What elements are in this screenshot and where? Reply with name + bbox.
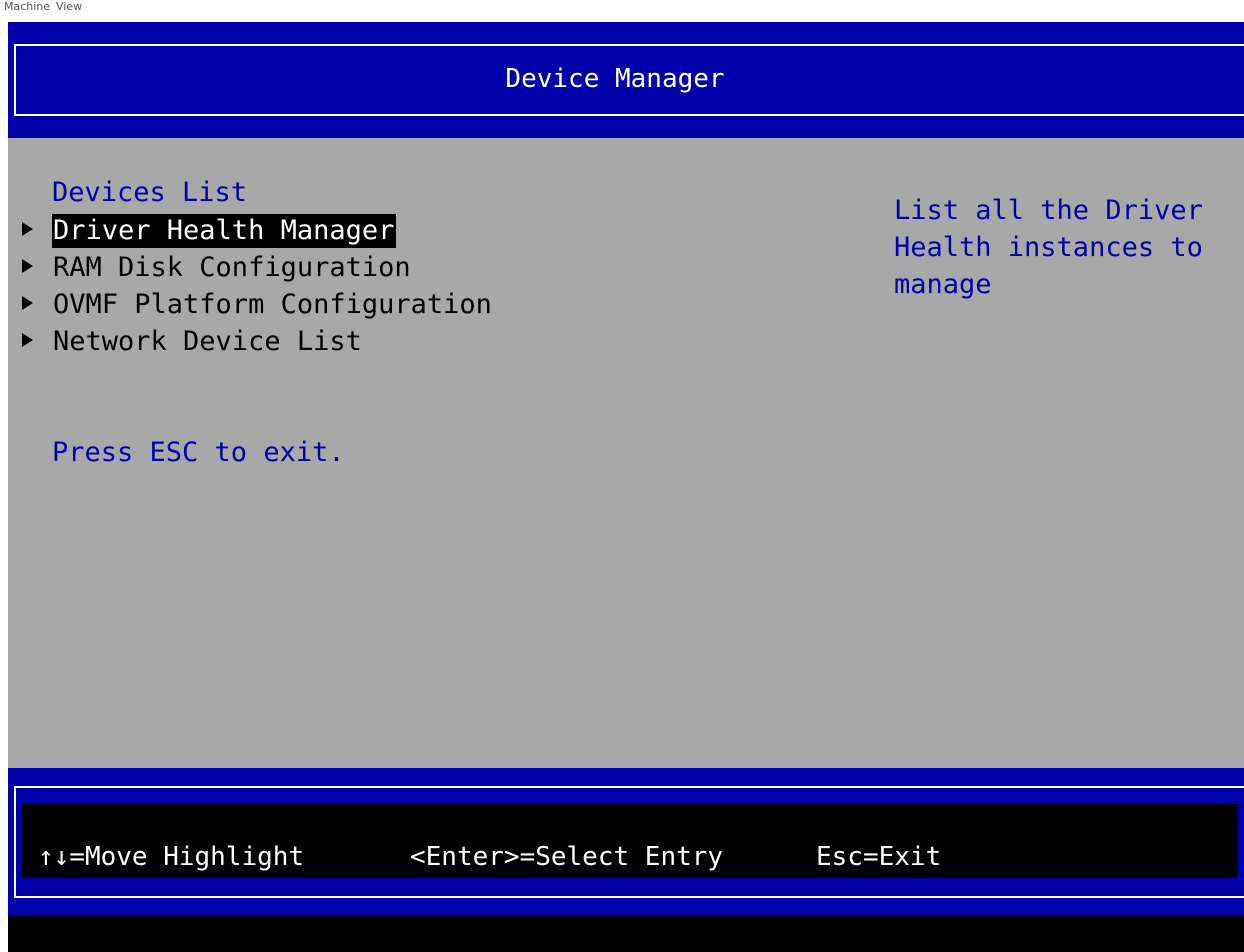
main-panel: Devices List Driver Health Manager RAM D…: [8, 138, 1244, 768]
triangle-right-icon: [22, 296, 33, 310]
menu-item-driver-health-manager[interactable]: Driver Health Manager: [8, 214, 408, 248]
select-entry-hint: <Enter>=Select Entry: [410, 842, 724, 872]
exit-hint: Press ESC to exit.: [52, 437, 345, 468]
window-menubar: Machine View: [0, 0, 1244, 22]
vm-window: Machine View Device Manager Devices List…: [0, 0, 1244, 952]
help-line: manage: [894, 269, 992, 300]
menu-item-label: RAM Disk Configuration: [53, 252, 411, 283]
page-title: Device Manager: [505, 64, 725, 94]
menu-item-label: OVMF Platform Configuration: [53, 289, 492, 320]
triangle-right-icon: [22, 333, 33, 347]
help-panel: List all the Driver Health instances to …: [894, 192, 1224, 303]
menu-item-label: Driver Health Manager: [52, 214, 397, 248]
firmware-screen: Device Manager Devices List Driver Healt…: [8, 22, 1244, 952]
menu-machine[interactable]: Machine: [4, 1, 50, 12]
menu-item-network-device-list[interactable]: Network Device List: [8, 325, 388, 359]
devices-list-heading: Devices List: [52, 177, 248, 208]
help-line: Health instances to: [894, 232, 1203, 263]
menu-item-label: Network Device List: [53, 326, 362, 357]
move-highlight-hint: ↑↓=Move Highlight: [38, 842, 305, 872]
header-bar: Device Manager: [8, 22, 1244, 138]
triangle-right-icon: [22, 259, 33, 273]
menu-item-ram-disk-configuration[interactable]: RAM Disk Configuration: [8, 251, 428, 285]
help-line: List all the Driver: [894, 195, 1203, 226]
footer-bar: ↑↓=Move Highlight <Enter>=Select Entry E…: [8, 768, 1244, 916]
bottom-margin: [8, 916, 1244, 952]
esc-exit-hint: Esc=Exit: [816, 842, 942, 872]
menu-view[interactable]: View: [56, 1, 82, 12]
triangle-right-icon: [22, 222, 33, 236]
menu-item-ovmf-platform-configuration[interactable]: OVMF Platform Configuration: [8, 288, 508, 322]
